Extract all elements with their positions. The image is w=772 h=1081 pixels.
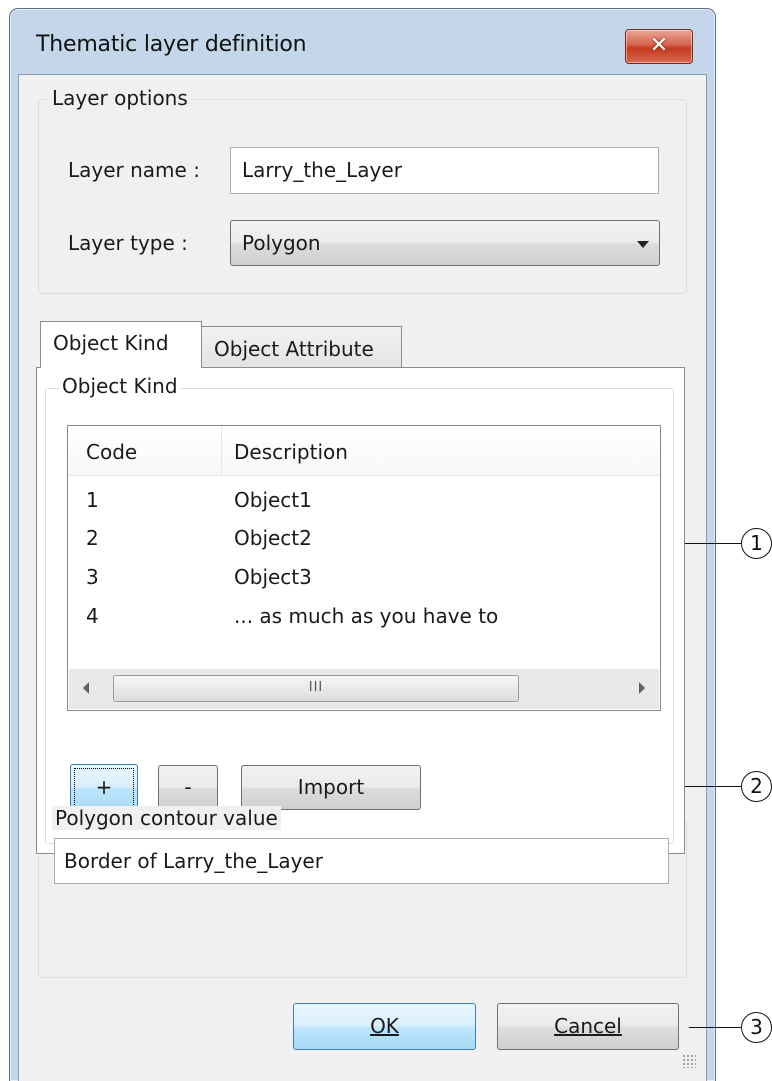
- layer-options-legend: Layer options: [49, 86, 191, 110]
- row-description: Object1: [234, 488, 312, 512]
- horizontal-scrollbar[interactable]: III: [69, 669, 659, 709]
- tab-object-attribute[interactable]: Object Attribute: [201, 326, 402, 368]
- window-title: Thematic layer definition: [36, 32, 307, 57]
- row-code: 1: [86, 488, 99, 512]
- cancel-button-label: Cancel: [554, 1014, 622, 1038]
- scroll-right-icon[interactable]: [639, 682, 645, 694]
- layer-type-label: Layer type :: [68, 231, 188, 255]
- polygon-contour-legend: Polygon contour value: [52, 806, 281, 830]
- table-row[interactable]: 3 Object3: [68, 565, 660, 603]
- close-button[interactable]: ✕: [625, 29, 693, 64]
- layer-type-value: Polygon: [242, 231, 321, 255]
- row-description: ... as much as you have to: [234, 604, 499, 628]
- scroll-left-icon[interactable]: [83, 682, 89, 694]
- close-icon: ✕: [649, 33, 669, 58]
- cancel-button[interactable]: Cancel: [497, 1003, 679, 1050]
- table-row[interactable]: 4 ... as much as you have to: [68, 604, 660, 642]
- grip-icon: III: [308, 680, 324, 695]
- callout-marker: 2: [741, 771, 772, 802]
- object-kind-list[interactable]: Code Description 1 Object1 2 Object2 3 O…: [67, 425, 661, 711]
- row-description: Object2: [234, 526, 312, 550]
- object-kind-legend: Object Kind: [59, 374, 181, 398]
- callout-marker: 3: [741, 1012, 772, 1043]
- callout-line: [689, 1027, 741, 1028]
- remove-button-label: -: [184, 775, 192, 799]
- row-code: 3: [86, 565, 99, 589]
- import-button-label: Import: [297, 775, 365, 799]
- column-header-description[interactable]: Description: [222, 426, 660, 476]
- add-button-label: +: [95, 775, 113, 799]
- ok-button[interactable]: OK: [293, 1003, 476, 1050]
- tab-object-kind[interactable]: Object Kind: [40, 321, 202, 368]
- add-button[interactable]: +: [70, 764, 138, 811]
- chevron-down-icon: [637, 241, 649, 248]
- row-code: 4: [86, 604, 99, 628]
- column-header-code[interactable]: Code: [68, 426, 222, 476]
- table-row[interactable]: 2 Object2: [68, 526, 660, 564]
- row-description: Object3: [234, 565, 312, 589]
- resize-grip-icon[interactable]: [682, 1054, 696, 1068]
- callout-marker: 1: [741, 528, 772, 559]
- tab-object-kind-label: Object Kind: [53, 331, 169, 355]
- layer-name-label: Layer name :: [68, 158, 200, 182]
- layer-name-input[interactable]: Larry_the_Layer: [230, 147, 659, 194]
- row-code: 2: [86, 526, 99, 550]
- table-row[interactable]: 1 Object1: [68, 488, 660, 526]
- ok-button-label: OK: [370, 1014, 399, 1038]
- tab-object-attribute-label: Object Attribute: [214, 337, 374, 361]
- layer-type-select[interactable]: Polygon: [230, 220, 660, 266]
- polygon-contour-input[interactable]: Border of Larry_the_Layer: [54, 838, 669, 884]
- scrollbar-thumb[interactable]: III: [113, 675, 519, 702]
- import-button[interactable]: Import: [241, 765, 421, 810]
- remove-button[interactable]: -: [158, 765, 218, 810]
- object-kind-tab-panel: Object Kind Code Description 1 Object1 2…: [36, 367, 685, 854]
